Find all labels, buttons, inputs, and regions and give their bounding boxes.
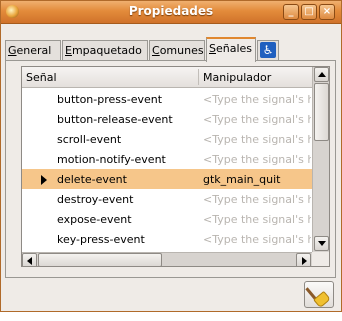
maximize-button[interactable]: □ (301, 4, 317, 20)
signal-name: scroll-event (57, 133, 122, 146)
minimize-button[interactable]: _ (283, 4, 299, 20)
signal-row[interactable]: key-press-event <Type the signal's handl… (22, 229, 312, 249)
signal-row[interactable]: button-press-event <Type the signal's ha… (22, 89, 312, 109)
signal-row-selected[interactable]: delete-event gtk_main_quit (22, 169, 312, 189)
scroll-left-button[interactable] (22, 253, 37, 266)
properties-window: Propiedades _ □ × General Empaquetado Co… (0, 0, 342, 312)
tab-general-mnemonic: G (8, 44, 17, 57)
clear-button[interactable] (304, 281, 334, 309)
signal-name: button-release-event (57, 113, 173, 126)
scroll-up-button[interactable] (314, 67, 329, 82)
signals-list[interactable]: Señal Manipulador button-press-event <Ty… (21, 66, 330, 267)
handler-placeholder[interactable]: <Type the signal's handler here> (203, 93, 311, 106)
signal-name: key-press-event (57, 233, 145, 246)
tab-comunes[interactable]: Comunes (149, 40, 205, 60)
vertical-scroll-thumb[interactable] (314, 83, 329, 141)
tab-empaquetado-label: mpaquetado (71, 44, 142, 57)
handler-placeholder[interactable]: <Type the signal's handler here> (203, 193, 311, 206)
handler-placeholder[interactable]: <Type the signal's handler here> (203, 113, 311, 126)
signal-name: delete-event (57, 173, 127, 186)
signal-row[interactable]: scroll-event <Type the signal's handler … (22, 129, 312, 149)
handler-value[interactable]: gtk_main_quit (203, 173, 311, 186)
arrow-left-icon (27, 257, 32, 265)
tab-accessibility[interactable]: ♿ (257, 40, 279, 60)
tab-empaquetado[interactable]: Empaquetado (62, 40, 148, 60)
title-bar[interactable]: Propiedades _ □ × (1, 1, 341, 24)
horizontal-scrollbar[interactable] (22, 252, 312, 266)
vertical-scrollbar[interactable] (312, 67, 329, 252)
tab-senales[interactable]: Señales (206, 37, 256, 62)
tab-empaquetado-mnemonic: E (65, 44, 72, 57)
signal-name: button-press-event (57, 93, 163, 106)
arrow-down-icon (318, 241, 326, 246)
tab-general[interactable]: General (5, 40, 61, 60)
handler-placeholder[interactable]: <Type the signal's handler here> (203, 133, 311, 146)
tab-general-label: eneral (16, 44, 52, 57)
broom-head-icon (313, 290, 331, 309)
column-header-row: Señal Manipulador (22, 67, 312, 88)
signal-name: destroy-event (57, 193, 134, 206)
signal-row[interactable]: motion-notify-event <Type the signal's h… (22, 149, 312, 169)
tab-comunes-label: omunes (159, 44, 204, 57)
signal-name: motion-notify-event (57, 153, 166, 166)
scroll-right-button[interactable] (296, 253, 311, 266)
column-header-handler[interactable]: Manipulador (203, 71, 271, 84)
handler-placeholder[interactable]: <Type the signal's handler here> (203, 213, 311, 226)
minimize-icon: _ (288, 6, 294, 17)
tab-comunes-mnemonic: C (152, 44, 160, 57)
expander-arrow-icon[interactable] (41, 175, 47, 185)
column-separator[interactable] (198, 69, 199, 85)
tab-senales-mnemonic: S (209, 42, 216, 55)
signal-row[interactable]: expose-event <Type the signal's handler … (22, 209, 312, 229)
background-text-fragment (0, 312, 342, 321)
horizontal-scroll-thumb[interactable] (38, 253, 162, 266)
column-header-signal[interactable]: Señal (26, 71, 57, 84)
accessibility-icon: ♿ (260, 42, 276, 58)
handler-placeholder[interactable]: <Type the signal's handler here> (203, 233, 311, 246)
scrollbar-corner (312, 252, 329, 266)
close-button[interactable]: × (319, 4, 335, 20)
maximize-icon: □ (304, 6, 314, 17)
signal-row[interactable]: destroy-event <Type the signal's handler… (22, 189, 312, 209)
scroll-down-button[interactable] (314, 236, 329, 251)
tab-senales-label: eñales (215, 42, 253, 55)
arrow-up-icon (318, 72, 326, 77)
signal-name: expose-event (57, 213, 132, 226)
close-icon: × (322, 6, 332, 17)
handler-placeholder[interactable]: <Type the signal's handler here> (203, 153, 311, 166)
arrow-right-icon (302, 257, 307, 265)
signal-row[interactable]: button-release-event <Type the signal's … (22, 109, 312, 129)
